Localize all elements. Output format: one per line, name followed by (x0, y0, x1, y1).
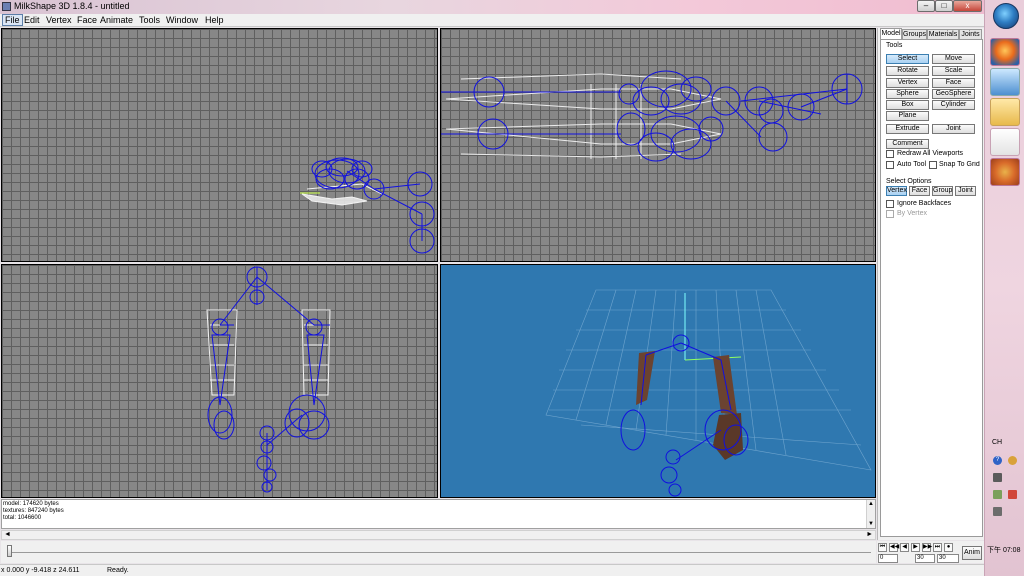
menu-tools[interactable]: Tools (139, 15, 160, 25)
tool-scale-button[interactable]: Scale (932, 66, 975, 76)
animation-timeline[interactable] (1, 541, 876, 563)
message-log[interactable]: model: 174620 bytes textures: 847240 byt… (1, 499, 876, 529)
comment-button[interactable]: Comment (886, 139, 929, 149)
scroll-up-icon[interactable]: ▲ (868, 501, 874, 507)
side-wireframe (441, 70, 863, 162)
close-button[interactable]: x (953, 0, 982, 12)
viewport-3d[interactable] (440, 264, 876, 498)
menu-bar: File Edit Vertex Face Animate Tools Wind… (0, 14, 984, 27)
log-horizontal-scrollbar[interactable]: ◄ ► (1, 530, 876, 540)
tool-rotate-button[interactable]: Rotate (886, 66, 929, 76)
frame-start-field[interactable]: 0 (878, 554, 898, 563)
select-mode-joint[interactable]: Joint (955, 186, 976, 196)
tools-heading: Tools (886, 42, 903, 49)
help-icon[interactable]: ? (993, 456, 1002, 465)
app-icon (2, 2, 11, 11)
viewport-side[interactable] (440, 28, 876, 262)
language-indicator[interactable]: CH (992, 439, 1002, 446)
minimize-button[interactable]: – (917, 0, 935, 12)
scroll-left-icon[interactable]: ◄ (4, 531, 11, 538)
model-tab-body: Tools Select Move Rotate Scale Vertex Fa… (880, 39, 983, 537)
tool-joint-button[interactable]: Joint (932, 124, 975, 134)
maximize-button[interactable]: □ (935, 0, 953, 12)
system-clock[interactable]: 下午 07:08 (987, 545, 1020, 555)
timeline-track (9, 552, 871, 553)
ime-icon[interactable] (1008, 456, 1017, 465)
timeline-slider-handle[interactable] (7, 545, 12, 557)
log-line-total: total: 1046600 (3, 515, 42, 521)
by-vertex-checkbox[interactable] (886, 210, 894, 218)
perspective-view (545, 289, 872, 497)
first-frame-icon[interactable]: ⏮ (878, 543, 887, 552)
playback-controls: ⏮ ◀◀ ◀ ▶ ▶▶ ⏭ ● 0 30 30 Anim (877, 541, 984, 563)
tray-arrow-icon[interactable] (993, 473, 1002, 482)
tool-face-button[interactable]: Face (932, 78, 975, 88)
viewport-front[interactable] (1, 28, 438, 262)
network-icon[interactable] (993, 490, 1002, 499)
log-line-textures: textures: 847240 bytes (3, 508, 64, 514)
menu-help[interactable]: Help (205, 15, 224, 25)
auto-tool-label: Auto Tool (897, 161, 927, 168)
window-title: MilkShape 3D 1.8.4 - untitled (14, 1, 130, 11)
redraw-all-checkbox[interactable] (886, 150, 894, 158)
tool-cylinder-button[interactable]: Cylinder (932, 100, 975, 110)
snap-to-grid-label: Snap To Grid (939, 161, 980, 168)
record-icon[interactable]: ● (944, 543, 953, 552)
windows-taskbar: CH ? 下午 07:08 (984, 0, 1024, 576)
snap-to-grid-checkbox[interactable] (929, 161, 937, 169)
tool-move-button[interactable]: Move (932, 54, 975, 64)
rewind-icon[interactable]: ◀◀ (889, 543, 899, 552)
menu-edit[interactable]: Edit (24, 15, 40, 25)
tool-box-button[interactable]: Box (886, 100, 929, 110)
action-center-flag-icon[interactable] (1008, 490, 1017, 499)
frame-current-field[interactable]: 30 (915, 554, 935, 563)
monitor-icon[interactable] (990, 68, 1020, 96)
viewport-top[interactable] (1, 264, 438, 498)
last-frame-icon[interactable]: ⏭ (933, 543, 942, 552)
status-bar: x 0.000 y -9.418 z 24.611 Ready. (0, 564, 984, 576)
status-text: Ready. (107, 567, 129, 574)
select-mode-vertex[interactable]: Vertex (886, 186, 907, 196)
top-wireframe (206, 266, 331, 493)
model-panel: Model Groups Materials Joints Tools Sele… (877, 28, 984, 540)
menu-file[interactable]: File (2, 14, 23, 26)
scroll-right-icon[interactable]: ► (866, 531, 873, 538)
redraw-all-label: Redraw All Viewports (897, 150, 964, 157)
scroll-down-icon[interactable]: ▼ (868, 521, 874, 527)
menu-vertex[interactable]: Vertex (46, 15, 72, 25)
firefox-icon[interactable] (990, 38, 1020, 66)
window-title-bar[interactable]: MilkShape 3D 1.8.4 - untitled – □ x (0, 0, 984, 14)
tool-sphere-button[interactable]: Sphere (886, 89, 929, 99)
tool-geosphere-button[interactable]: GeoSphere (932, 89, 975, 99)
tool-vertex-button[interactable]: Vertex (886, 78, 929, 88)
tool-select-button[interactable]: Select (886, 54, 929, 64)
ignore-backfaces-label: Ignore Backfaces (897, 200, 952, 207)
anim-button[interactable]: Anim (962, 546, 982, 560)
frame-end-field[interactable]: 30 (937, 554, 959, 563)
tool-plane-button[interactable]: Plane (886, 111, 929, 121)
select-mode-group[interactable]: Group (932, 186, 953, 196)
by-vertex-label: By Vertex (897, 210, 927, 217)
tool-extrude-button[interactable]: Extrude (886, 124, 929, 134)
log-scrollbar[interactable]: ▲ ▼ (866, 500, 875, 528)
folder-icon[interactable] (990, 98, 1020, 126)
menu-animate[interactable]: Animate (100, 15, 133, 25)
prev-frame-icon[interactable]: ◀ (900, 543, 909, 552)
ignore-backfaces-checkbox[interactable] (886, 200, 894, 208)
start-button[interactable] (993, 3, 1019, 29)
select-mode-face[interactable]: Face (909, 186, 930, 196)
volume-icon[interactable] (993, 507, 1002, 516)
milkshape-taskbar-icon[interactable] (990, 128, 1020, 156)
fast-forward-icon[interactable]: ▶▶ (922, 543, 932, 552)
select-options-heading: Select Options (886, 178, 932, 185)
cursor-coordinates: x 0.000 y -9.418 z 24.611 (1, 567, 80, 574)
auto-tool-checkbox[interactable] (886, 161, 894, 169)
menu-window[interactable]: Window (166, 15, 198, 25)
browser-icon[interactable] (990, 158, 1020, 186)
log-line-model: model: 174620 bytes (3, 501, 59, 507)
front-wireframe (300, 157, 435, 254)
menu-face[interactable]: Face (77, 15, 97, 25)
play-icon[interactable]: ▶ (911, 543, 920, 552)
